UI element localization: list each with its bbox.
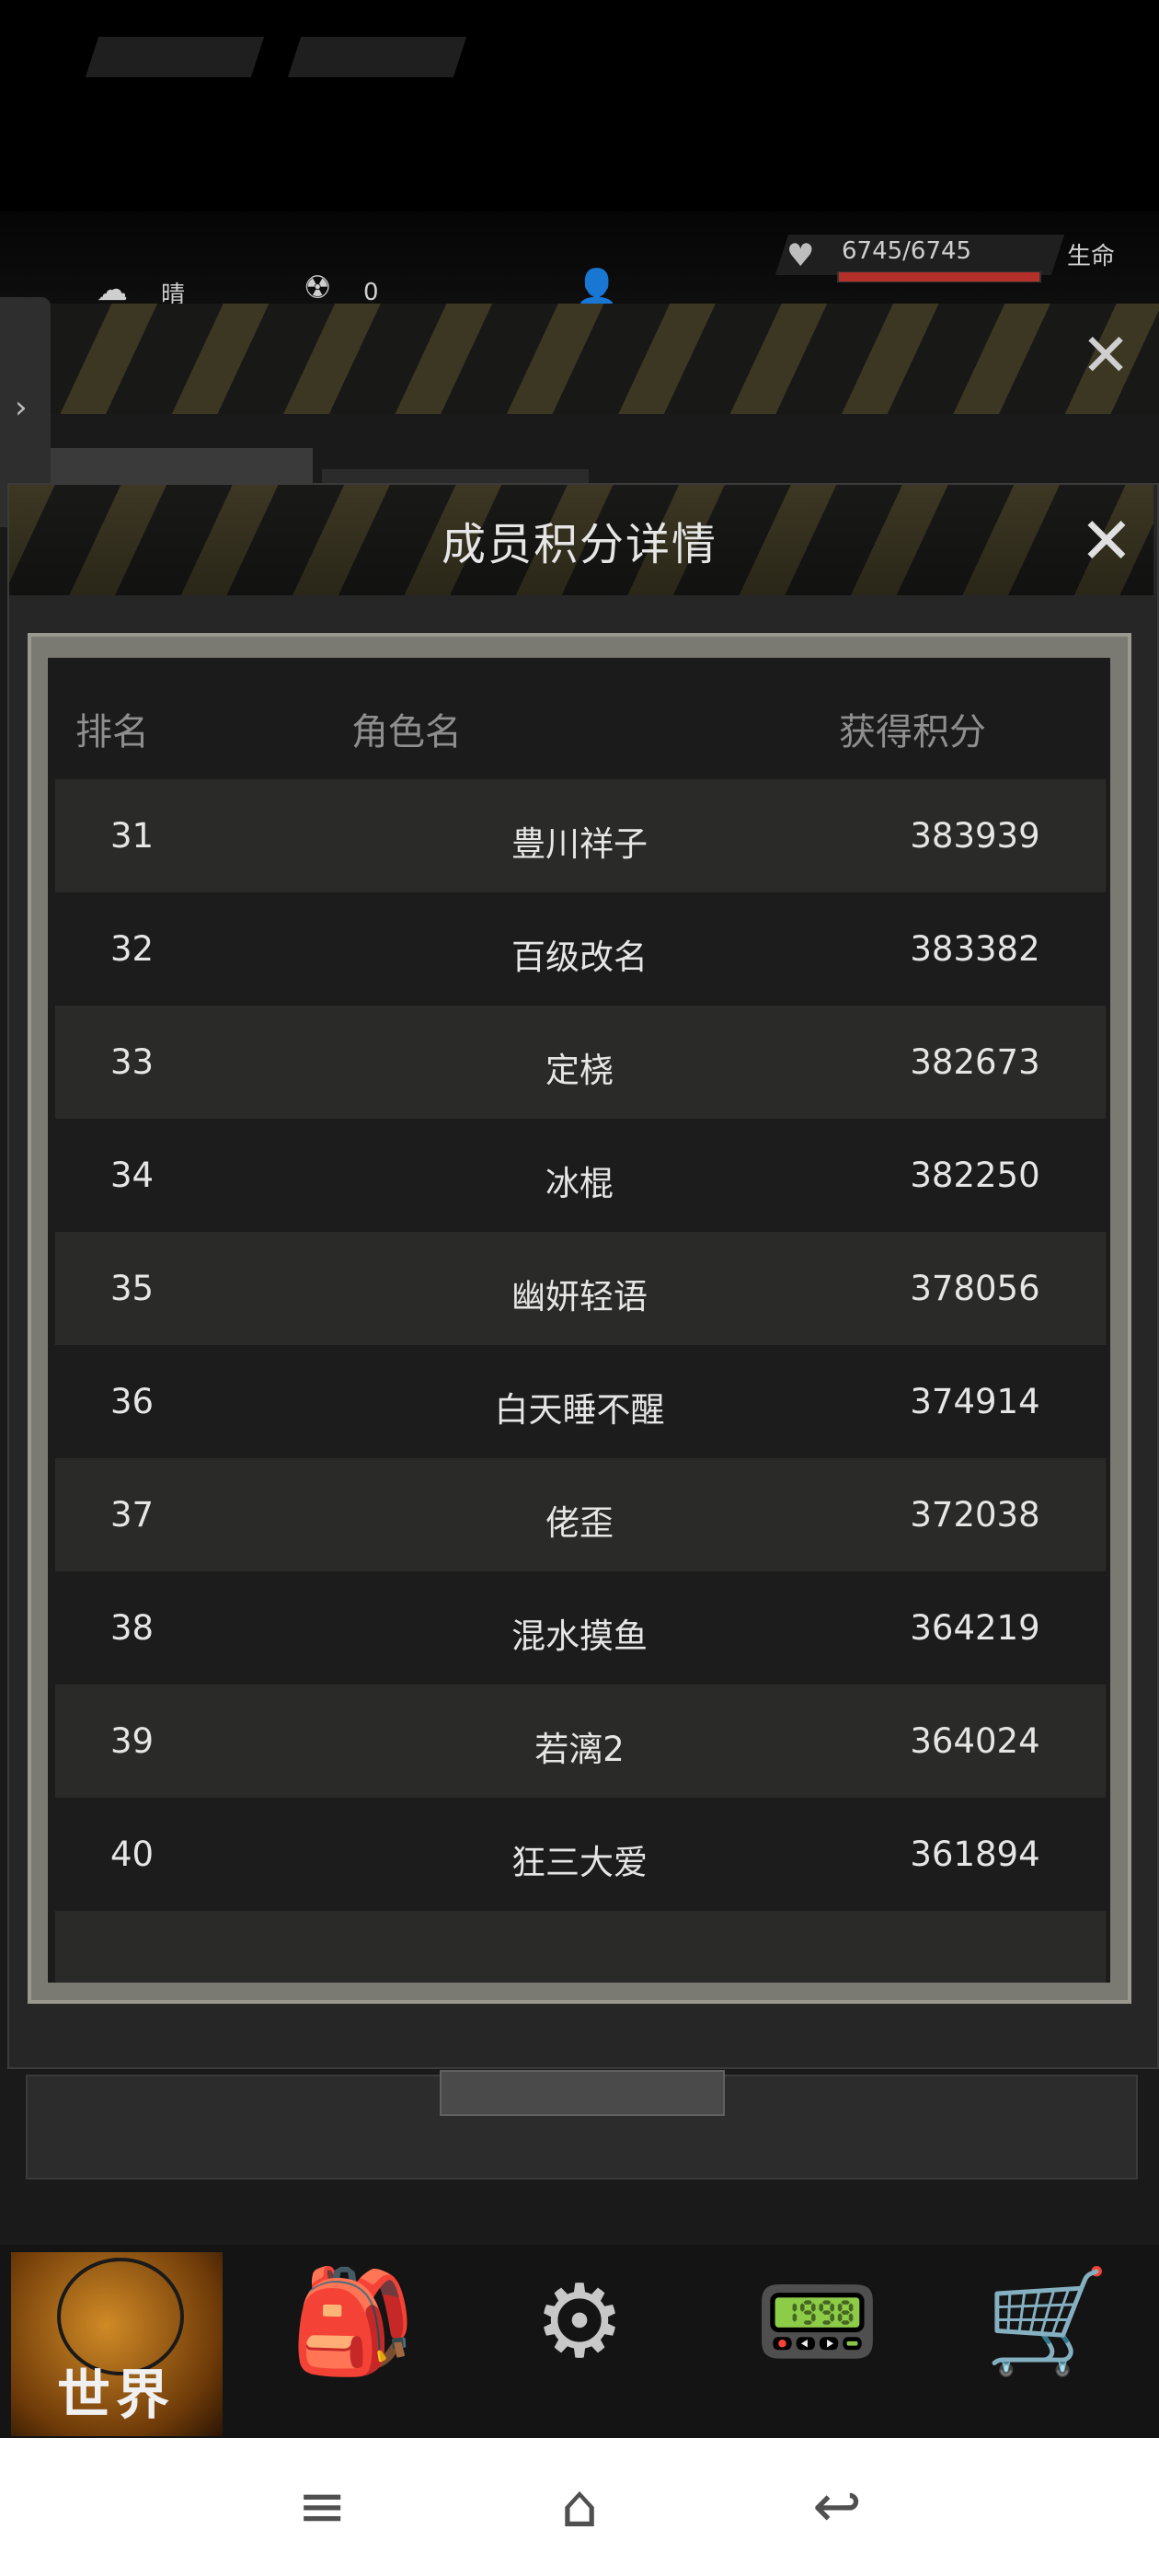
name-cell: 冰棍: [545, 1164, 614, 1203]
name-cell: 狂三大爱: [511, 1843, 648, 1882]
radiation-icon: ☢: [304, 270, 332, 306]
table-row[interactable]: 34 冰棍 382250: [55, 1119, 1106, 1232]
rank-cell: 38: [110, 1608, 155, 1648]
skills-icon[interactable]: ⚙: [520, 2261, 639, 2381]
background-close-icon[interactable]: ✕: [1076, 327, 1135, 385]
name-cell: 豊川祥子: [511, 824, 648, 864]
score-cell: 364219: [910, 1608, 1040, 1648]
rank-cell: 32: [110, 929, 155, 969]
name-cell: 佬歪: [545, 1503, 614, 1543]
table-row[interactable]: 32 百级改名 383382: [55, 892, 1106, 1006]
close-icon[interactable]: ✕: [1074, 509, 1139, 573]
name-cell: 混水摸鱼: [511, 1616, 648, 1656]
table-row[interactable]: 31 豊川祥子 383939: [55, 779, 1106, 892]
weather-pill: [85, 37, 265, 77]
person-icon: 👤: [575, 267, 619, 307]
name-cell: 白天睡不醒: [494, 1390, 665, 1430]
home-icon[interactable]: ⌂: [543, 2470, 616, 2544]
cart-icon[interactable]: 🛒: [984, 2261, 1110, 2381]
score-cell: 364024: [910, 1721, 1040, 1761]
table-row[interactable]: 37 佬歪 372038: [55, 1458, 1106, 1571]
radio-icon[interactable]: 📟: [754, 2261, 880, 2381]
column-header-name: 角色名: [351, 711, 462, 753]
points-table[interactable]: 排名 角色名 获得积分 31 豊川祥子 383939 32 百级改名 383382 33 定桡…: [48, 658, 1110, 1983]
table-header: 排名 角色名 获得积分: [48, 658, 1106, 777]
radiation-value: 0: [363, 279, 379, 306]
health-value: 6745/6745: [842, 237, 972, 265]
rank-cell: 37: [110, 1495, 155, 1535]
nav-world-label: 世界: [57, 2363, 176, 2426]
score-cell: 372038: [910, 1495, 1040, 1535]
chevron-right-icon: ›: [15, 389, 28, 426]
rank-cell: 39: [110, 1721, 155, 1761]
back-icon[interactable]: ↩: [800, 2470, 874, 2544]
score-cell: 383382: [910, 929, 1040, 969]
health-bar-fill: [839, 272, 1039, 282]
rank-cell: 34: [110, 1156, 155, 1195]
table-row[interactable]: 40 狂三大爱 361894: [55, 1798, 1106, 1911]
heart-icon: ♥: [786, 237, 815, 274]
score-cell: 382673: [910, 1042, 1040, 1082]
background-button[interactable]: [440, 2070, 725, 2116]
rank-cell: 40: [110, 1834, 155, 1874]
menu-icon[interactable]: ≡: [285, 2470, 359, 2544]
score-cell: 378056: [910, 1269, 1040, 1308]
health-label: 生命: [1067, 243, 1116, 270]
name-cell: 百级改名: [511, 937, 648, 977]
radiation-pill: [287, 37, 467, 77]
score-cell: 361894: [910, 1834, 1040, 1874]
table-row[interactable]: 39 若漓2 364024: [55, 1685, 1106, 1798]
rank-cell: 33: [110, 1042, 155, 1082]
table-row[interactable]: 36 白天睡不醒 374914: [55, 1345, 1106, 1458]
table-row[interactable]: 38 混水摸鱼 364219: [55, 1571, 1106, 1685]
background-tab[interactable]: [51, 448, 313, 485]
table-row[interactable]: 41Ya...358532: [55, 1911, 1106, 1983]
weather-icon: ☁: [97, 271, 128, 308]
rank-cell: 36: [110, 1382, 155, 1421]
score-cell: 382250: [910, 1156, 1040, 1195]
score-cell: 374914: [910, 1382, 1040, 1421]
name-cell: 幽妍轻语: [511, 1277, 648, 1317]
name-cell: 若漓2: [534, 1730, 625, 1769]
table-row[interactable]: 35 幽妍轻语 378056: [55, 1232, 1106, 1345]
background-panel-header: [0, 304, 1159, 414]
rank-cell: 35: [110, 1269, 155, 1308]
name-cell: 定桡: [545, 1051, 614, 1090]
nav-world[interactable]: 世界: [11, 2252, 223, 2436]
table-body: 31 豊川祥子 383939 32 百级改名 383382 33 定桡 382673 34 冰棍 38…: [55, 779, 1106, 1983]
backpack-icon[interactable]: 🎒: [290, 2261, 416, 2381]
column-header-rank: 排名: [75, 711, 149, 753]
modal-title: 成员积分详情: [441, 519, 717, 570]
rank-cell: 31: [110, 816, 155, 856]
column-header-points: 获得积分: [839, 711, 986, 753]
score-cell: 383939: [910, 816, 1040, 856]
table-row[interactable]: 33 定桡 382673: [55, 1006, 1106, 1119]
